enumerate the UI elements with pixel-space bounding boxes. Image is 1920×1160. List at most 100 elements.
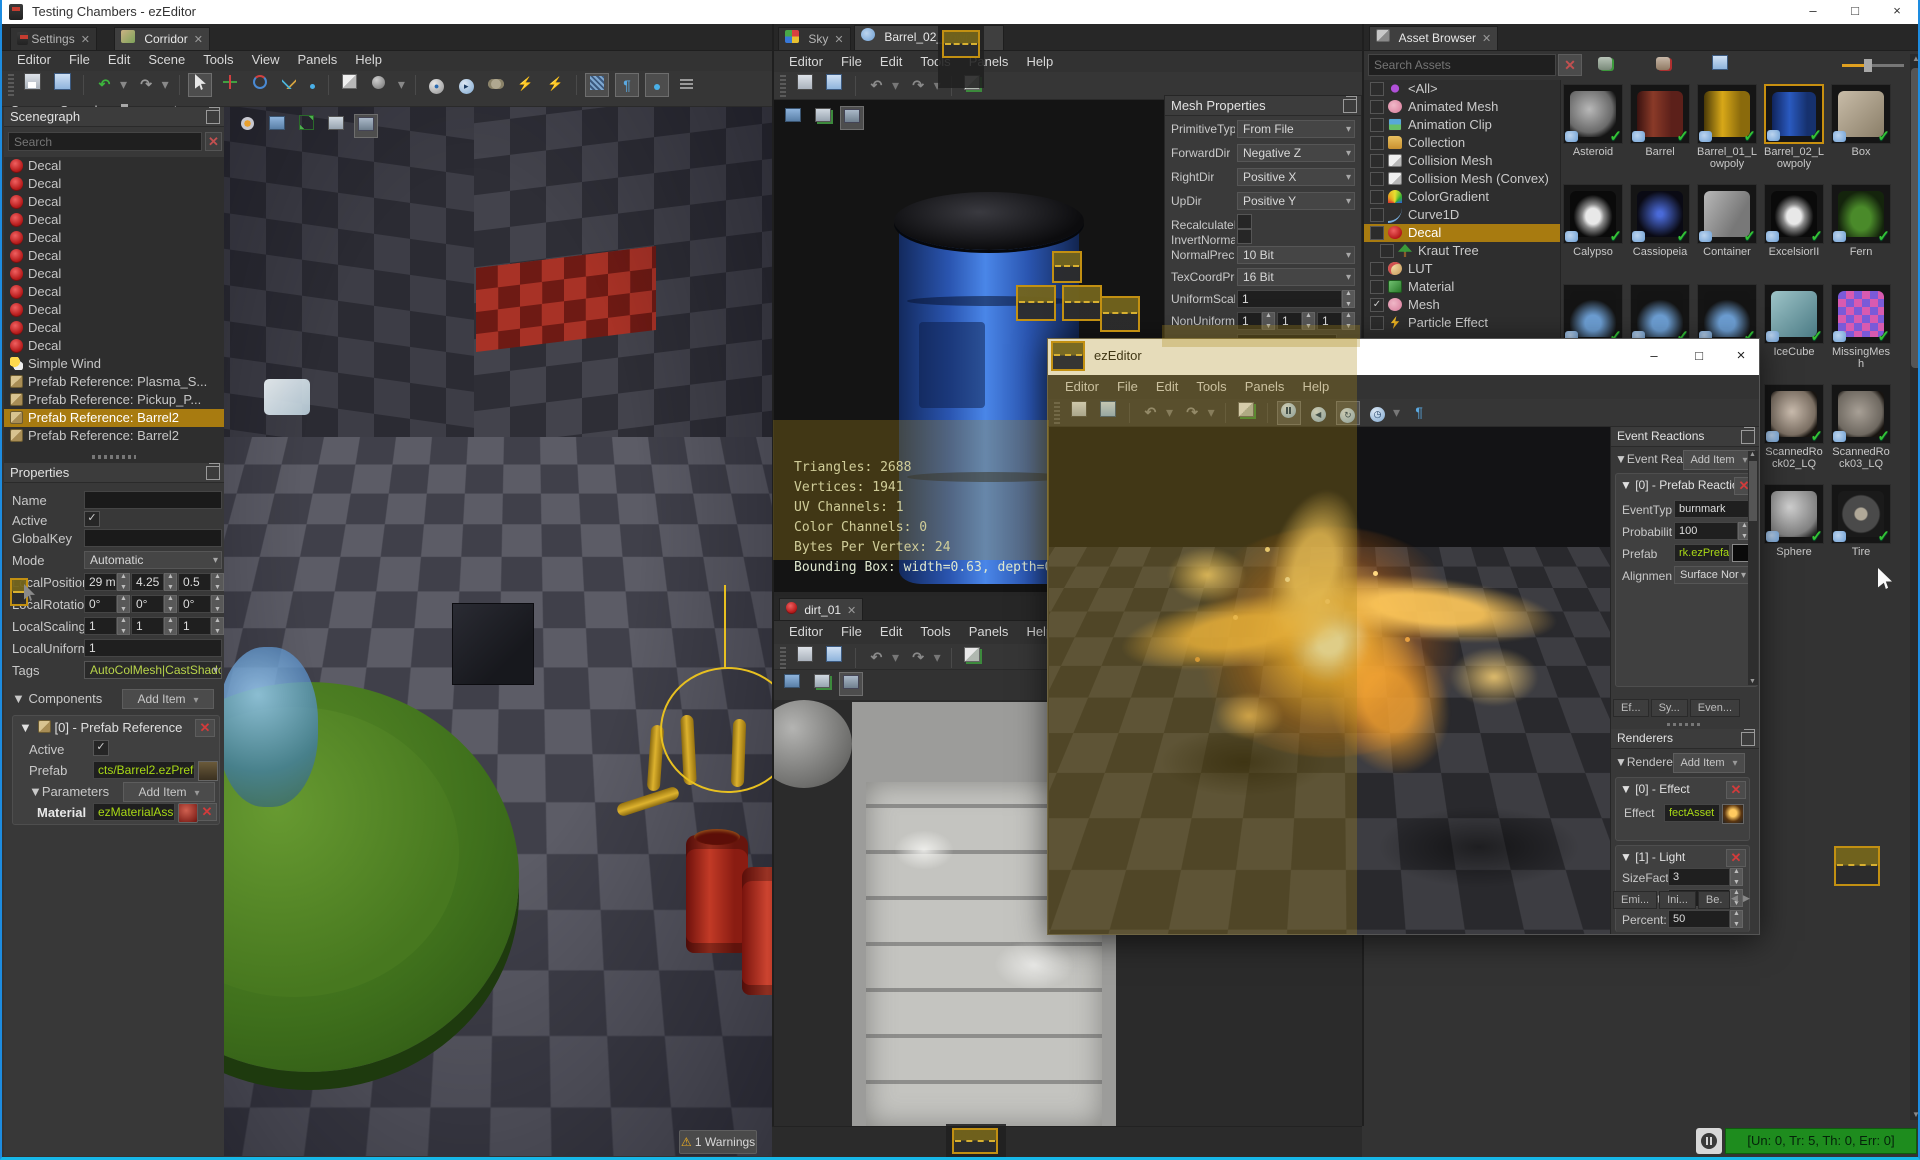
properties-header[interactable]: Properties bbox=[4, 463, 224, 483]
component-header[interactable]: ▼ [0] - Prefab Reference bbox=[19, 720, 182, 735]
effect-asset-field[interactable]: fectAsset bbox=[1664, 804, 1720, 822]
visualizers-toggle-icon[interactable] bbox=[644, 73, 669, 97]
scrollbar-thumb[interactable] bbox=[1911, 68, 1918, 368]
export-asset-icon[interactable] bbox=[1234, 401, 1258, 425]
scenegraph-item[interactable]: Decal bbox=[4, 265, 224, 283]
export-asset-icon[interactable] bbox=[960, 646, 984, 670]
pause-sim-icon[interactable] bbox=[1276, 401, 1301, 425]
render-view-icon[interactable] bbox=[781, 106, 805, 130]
effect-thumbnail[interactable] bbox=[1722, 804, 1744, 824]
play-icon[interactable]: ● bbox=[425, 73, 449, 97]
toolbar-grip[interactable] bbox=[8, 74, 14, 96]
tree-item-mesh[interactable]: ✓ Mesh bbox=[1364, 296, 1560, 314]
property-dropdown[interactable]: 16 Bit bbox=[1237, 268, 1355, 286]
spin-buttons-icon[interactable] bbox=[1730, 910, 1743, 928]
spin-buttons-icon[interactable] bbox=[164, 573, 177, 591]
scenegraph-item[interactable]: Decal bbox=[4, 229, 224, 247]
mesh-properties-header[interactable]: Mesh Properties bbox=[1165, 96, 1361, 116]
menu-item-tools[interactable]: Tools bbox=[1187, 377, 1235, 396]
menu-item-file[interactable]: File bbox=[832, 622, 871, 641]
render-view-icon[interactable] bbox=[780, 672, 804, 696]
type-filter-checkbox[interactable]: ✓ bbox=[1370, 298, 1384, 312]
type-filter-checkbox[interactable] bbox=[1370, 262, 1384, 276]
spin-buttons-icon[interactable] bbox=[211, 617, 224, 635]
dock-splitter[interactable] bbox=[1667, 723, 1703, 726]
redo-icon[interactable]: ↷ bbox=[906, 646, 930, 670]
component-active-checkbox[interactable]: ✓ bbox=[93, 740, 109, 756]
tags-dropdown[interactable]: AutoColMesh|CastShadow bbox=[84, 661, 222, 679]
save-all-icon[interactable] bbox=[1096, 401, 1120, 425]
float-panel-icon[interactable] bbox=[1741, 427, 1755, 444]
dock-scrollbar[interactable]: ▲ ▼ bbox=[1748, 451, 1758, 685]
undo-dropdown-icon[interactable]: ▾ bbox=[891, 74, 901, 98]
simulate-icon[interactable]: ▸ bbox=[454, 73, 478, 97]
type-filter-checkbox[interactable] bbox=[1370, 136, 1384, 150]
spin-buttons-icon[interactable] bbox=[117, 617, 130, 635]
scenegraph-search-input[interactable] bbox=[8, 132, 202, 151]
scroll-up-icon[interactable]: ▲ bbox=[1911, 54, 1918, 64]
menu-item-editor[interactable]: Editor bbox=[1056, 377, 1108, 396]
scenegraph-item[interactable]: Prefab Reference: Pickup_P... bbox=[4, 391, 224, 409]
particle-viewport[interactable] bbox=[1049, 427, 1610, 934]
spin-buttons-icon[interactable] bbox=[164, 595, 177, 613]
close-tab-icon[interactable]: ✕ bbox=[194, 34, 203, 46]
asset-thumb-icecube[interactable]: ✓ IceCube bbox=[1764, 284, 1824, 358]
spin-buttons-icon[interactable] bbox=[1262, 312, 1275, 330]
render-sphere-icon[interactable] bbox=[367, 73, 391, 97]
asset-search-input[interactable] bbox=[1368, 54, 1556, 76]
screenshot-icon[interactable] bbox=[324, 114, 348, 138]
menu-item-help[interactable]: Help bbox=[1017, 52, 1062, 71]
tree-item-collection[interactable]: Collection bbox=[1364, 134, 1560, 152]
type-filter-checkbox[interactable] bbox=[1370, 208, 1384, 222]
save-icon[interactable] bbox=[21, 73, 45, 97]
light-property-field[interactable]: 3 bbox=[1668, 868, 1730, 886]
material-asset-field[interactable]: ezMaterialAsset bbox=[93, 803, 175, 821]
menu-item-editor[interactable]: Editor bbox=[8, 50, 60, 69]
transform-all-icon[interactable] bbox=[1593, 54, 1617, 78]
probabilit-field[interactable]: 100 bbox=[1674, 522, 1738, 540]
tree-item-particle-effect[interactable]: Particle Effect bbox=[1364, 314, 1560, 332]
asset-thumb-sphere[interactable]: ✓ Sphere bbox=[1764, 484, 1824, 558]
float-panel-icon[interactable] bbox=[1741, 729, 1755, 746]
menu-item-view[interactable]: View bbox=[243, 50, 289, 69]
clear-asset-search-icon[interactable]: ✕ bbox=[1558, 54, 1582, 76]
menu-item-help[interactable]: Help bbox=[346, 50, 391, 69]
asset-thumb-tire[interactable]: ✓ Tire bbox=[1831, 484, 1891, 558]
run-icon[interactable]: ⚡ bbox=[543, 73, 567, 97]
camera-view-icon[interactable] bbox=[840, 106, 865, 130]
tab-scroll-right-icon[interactable]: ▶ bbox=[1743, 893, 1750, 904]
float-panel-icon[interactable] bbox=[206, 107, 220, 124]
uniform-scaling-field[interactable]: 1 bbox=[84, 639, 222, 657]
scenegraph-item[interactable]: Decal bbox=[4, 211, 224, 229]
event-reactions-group-label[interactable]: ▼Event Reac bbox=[1615, 452, 1689, 466]
dock-tab-emi[interactable]: Emi... bbox=[1613, 891, 1658, 909]
shadows-toggle-icon[interactable]: ¶ bbox=[615, 73, 639, 97]
float-panel-icon[interactable] bbox=[1343, 96, 1357, 113]
snap-icon[interactable] bbox=[307, 73, 319, 97]
panel-splitter[interactable] bbox=[92, 455, 136, 459]
property-checkbox[interactable] bbox=[1237, 214, 1252, 229]
minimize-button[interactable]: – bbox=[1792, 0, 1834, 24]
type-filter-checkbox[interactable] bbox=[1370, 118, 1384, 132]
property-checkbox[interactable] bbox=[1237, 229, 1252, 244]
tree-item-collision-mesh-convex-[interactable]: Collision Mesh (Convex) bbox=[1364, 170, 1560, 188]
tree-item-curve1d[interactable]: Curve1D bbox=[1364, 206, 1560, 224]
render-box-icon[interactable] bbox=[337, 73, 361, 97]
scenegraph-item[interactable]: Decal bbox=[4, 283, 224, 301]
tree-item--all-[interactable]: <All> bbox=[1364, 80, 1560, 98]
vector-field[interactable]: 1 bbox=[131, 617, 164, 635]
asset-thumb-cassiopeia[interactable]: ✓ Cassiopeia bbox=[1630, 184, 1690, 258]
toolbar-grip[interactable] bbox=[780, 647, 786, 669]
menu-item-panels[interactable]: Panels bbox=[960, 622, 1018, 641]
vertical-scrollbar[interactable]: ▲ ▼ bbox=[1910, 54, 1918, 1120]
undo-dropdown-icon[interactable]: ▾ bbox=[119, 73, 129, 97]
camera-view-icon[interactable] bbox=[353, 114, 378, 138]
eventtyp-field[interactable]: burnmark bbox=[1674, 500, 1750, 518]
vector-field[interactable]: 1 bbox=[178, 617, 211, 635]
type-filter-checkbox[interactable] bbox=[1380, 244, 1394, 258]
render-dropdown-icon[interactable]: ▾ bbox=[396, 73, 406, 97]
export-view-icon[interactable] bbox=[810, 672, 834, 696]
type-filter-checkbox[interactable] bbox=[1370, 100, 1384, 114]
export-run-icon[interactable]: ⚡ bbox=[514, 73, 538, 97]
vector-field[interactable]: 1 bbox=[84, 617, 117, 635]
